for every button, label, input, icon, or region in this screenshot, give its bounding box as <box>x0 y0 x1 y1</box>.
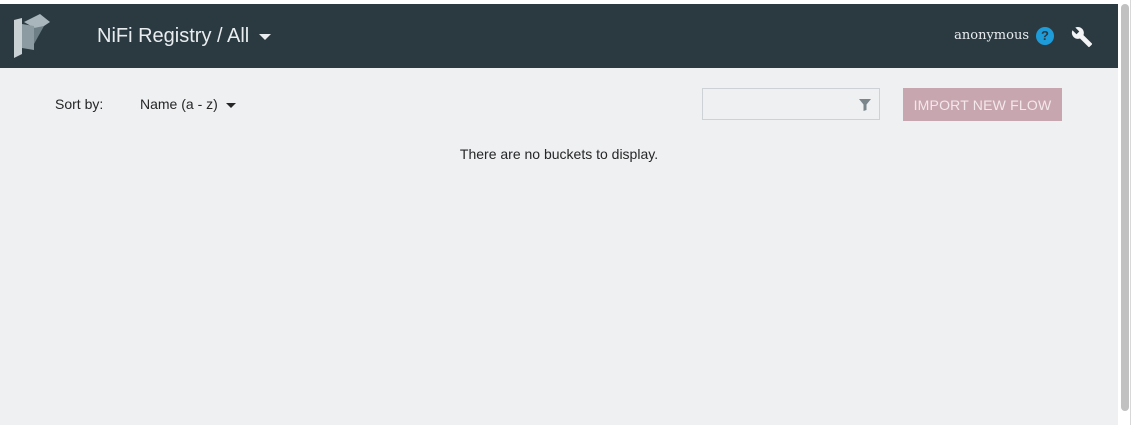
top-bar: NiFi Registry / All anonymous ? <box>0 4 1118 68</box>
vertical-scrollbar[interactable] <box>1121 4 1129 411</box>
import-new-flow-button[interactable]: IMPORT NEW FLOW <box>903 88 1062 121</box>
empty-state-message: There are no buckets to display. <box>459 146 659 162</box>
chevron-down-icon <box>259 34 272 40</box>
filter-icon <box>859 99 871 111</box>
caret-down-icon <box>225 102 236 108</box>
filter-field[interactable] <box>702 88 880 120</box>
wrench-icon[interactable] <box>1071 26 1093 48</box>
sort-label: Sort by: <box>55 96 104 112</box>
filter-input[interactable] <box>703 89 869 119</box>
sort-value: Name (a - z) <box>140 96 218 112</box>
sort-dropdown[interactable]: Name (a - z) <box>140 96 236 112</box>
help-icon[interactable]: ? <box>1036 27 1054 45</box>
registry-title-dropdown[interactable]: NiFi Registry / All <box>97 24 272 48</box>
app-window: NiFi Registry / All anonymous ? Sort by:… <box>0 4 1118 425</box>
page-title: NiFi Registry / All <box>97 24 250 47</box>
current-user: anonymous <box>954 28 1029 43</box>
nifi-registry-logo[interactable] <box>14 14 50 58</box>
